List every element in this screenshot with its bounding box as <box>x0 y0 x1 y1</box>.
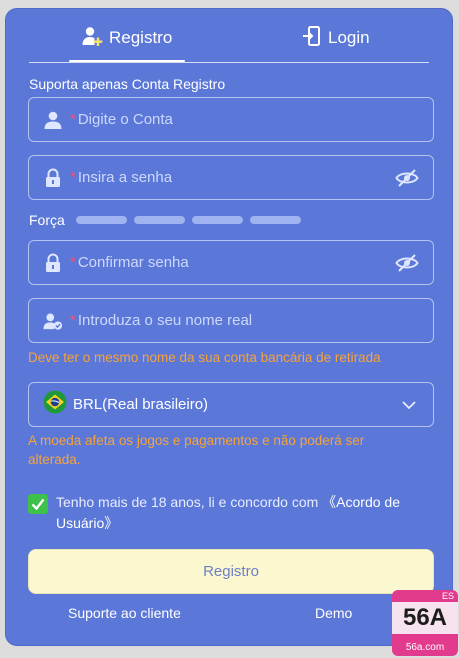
user-icon <box>43 110 63 130</box>
strength-label: Força <box>29 212 65 228</box>
agreement-text: Tenho mais de 18 anos, li e concordo com… <box>56 492 400 534</box>
login-door-icon <box>302 25 322 52</box>
lock-icon <box>43 253 63 273</box>
password-strength: Força <box>29 212 301 228</box>
real-name-input[interactable]: * Introduza o seu nome real <box>28 298 434 343</box>
customer-support-link[interactable]: Suporte ao cliente <box>68 605 181 621</box>
currency-hint-line: A moeda afeta os jogos e pagamentos e nã… <box>28 433 365 448</box>
age-agreement: Tenho mais de 18 anos, li e concordo com… <box>28 492 428 534</box>
currency-hint-line: alterada. <box>28 452 81 467</box>
demo-link[interactable]: Demo <box>315 605 352 621</box>
tab-login[interactable]: Login <box>302 21 370 55</box>
register-panel: Registro Login Suporta apenas Conta Regi… <box>5 8 453 646</box>
eye-hidden-icon[interactable] <box>395 168 419 188</box>
watermark-main: 56A <box>392 602 458 634</box>
agreement-checkbox[interactable] <box>28 494 48 514</box>
real-name-hint: Deve ter o mesmo nome da sua conta bancá… <box>28 350 381 365</box>
watermark-domain: 56a.com <box>405 642 445 653</box>
tab-login-label: Login <box>328 28 370 47</box>
password-input[interactable]: * Insira a senha <box>28 155 434 200</box>
strength-segment <box>133 216 185 224</box>
user-agreement-link-part: 《Acordo de <box>322 494 400 510</box>
form-title: Suporta apenas Conta Registro <box>29 76 226 92</box>
account-placeholder: Digite o Conta <box>77 111 173 128</box>
strength-segment <box>75 216 127 224</box>
tab-registro-label: Registro <box>109 28 173 47</box>
required-mark: * <box>70 254 76 271</box>
register-button[interactable]: Registro <box>28 549 434 594</box>
confirm-placeholder: Confirmar senha <box>77 254 189 271</box>
user-agreement-link-part: Usuário》 <box>56 515 119 531</box>
check-icon <box>31 498 45 511</box>
watermark-corner: ES <box>441 591 454 601</box>
currency-hint: A moeda afeta os jogos e pagamentos e nã… <box>28 431 364 469</box>
add-user-icon <box>81 25 103 52</box>
eye-hidden-icon[interactable] <box>395 253 419 273</box>
required-mark: * <box>70 169 76 186</box>
agreement-statement: Tenho mais de 18 anos, li e concordo com <box>56 494 323 510</box>
required-mark: * <box>70 111 76 128</box>
auth-tabs: Registro Login <box>6 9 452 63</box>
brazil-flag-icon <box>43 390 67 419</box>
tab-registro[interactable]: Registro <box>81 21 172 55</box>
tab-divider <box>29 62 429 63</box>
user-verified-icon <box>43 311 63 331</box>
strength-segment <box>191 216 243 224</box>
strength-segment <box>249 216 301 224</box>
confirm-password-input[interactable]: * Confirmar senha <box>28 240 434 285</box>
currency-value: BRL(Real brasileiro) <box>73 396 209 413</box>
real-name-placeholder: Introduza o seu nome real <box>77 312 253 329</box>
account-input[interactable]: * Digite o Conta <box>28 97 434 142</box>
chevron-down-icon <box>401 397 417 418</box>
password-placeholder: Insira a senha <box>77 169 173 186</box>
lock-icon <box>43 168 63 188</box>
currency-select[interactable]: BRL(Real brasileiro) <box>28 382 434 427</box>
site-watermark-logo: ES 56A 56a.com <box>392 590 458 656</box>
required-mark: * <box>70 312 76 329</box>
